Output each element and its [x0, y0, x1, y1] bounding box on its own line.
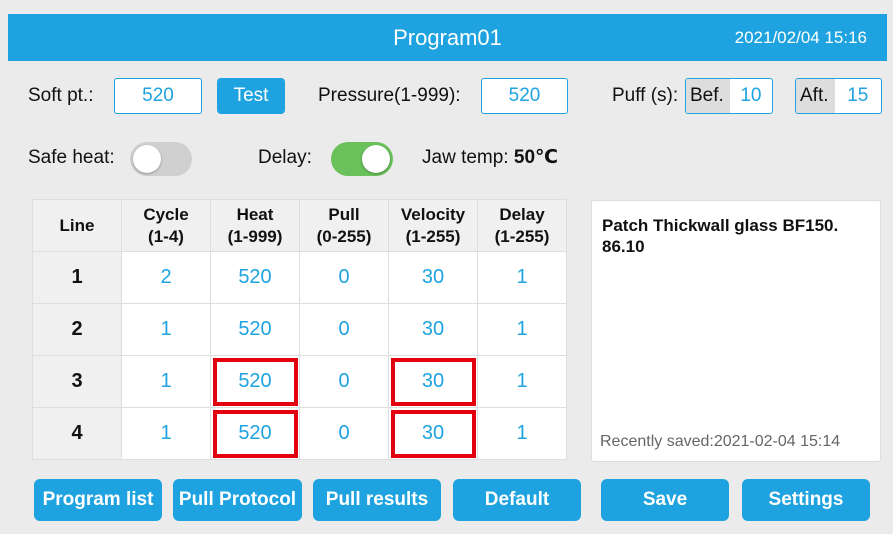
toggle-knob	[133, 145, 161, 173]
puff-before-label: Bef.	[686, 79, 730, 113]
velocity-cell-highlighted[interactable]: 30	[388, 355, 478, 408]
cycle-cell[interactable]: 2	[121, 251, 211, 304]
header-cycle: Cycle (1-4)	[121, 199, 211, 252]
notes-panel[interactable]: Patch Thickwall glass BF150. 86.10 Recen…	[591, 200, 881, 462]
puff-before-field[interactable]: Bef. 10	[685, 78, 773, 114]
puff-label: Puff (s):	[612, 85, 679, 106]
jaw-temp-caption: Jaw temp:	[422, 147, 509, 168]
recently-saved-text: Recently saved:2021-02-04 15:14	[600, 433, 841, 450]
delay-cell[interactable]: 1	[477, 251, 567, 304]
datetime: 2021/02/04 15:16	[734, 28, 867, 47]
test-button[interactable]: Test	[217, 78, 285, 114]
delay-cell[interactable]: 1	[477, 355, 567, 408]
velocity-cell[interactable]: 30	[388, 303, 478, 356]
heat-cell[interactable]: 520	[210, 303, 300, 356]
jaw-temp-value: 50℃	[513, 147, 559, 168]
header-pull: Pull (0-255)	[299, 199, 389, 252]
header-line: Line	[32, 199, 122, 252]
cycle-cell[interactable]: 1	[121, 407, 211, 460]
header-delay: Delay (1-255)	[477, 199, 567, 252]
pull-results-button[interactable]: Pull results	[313, 479, 441, 521]
delay-cell[interactable]: 1	[477, 407, 567, 460]
toggle-knob	[362, 145, 390, 173]
notes-text[interactable]: Patch Thickwall glass BF150. 86.10	[602, 215, 870, 257]
line-number: 1	[32, 251, 122, 304]
soft-pt-label: Soft pt.:	[28, 85, 94, 106]
soft-pt-input[interactable]: 520	[114, 78, 202, 114]
puff-before-value[interactable]: 10	[730, 79, 772, 113]
header-heat: Heat (1-999)	[210, 199, 300, 252]
pull-cell[interactable]: 0	[299, 251, 389, 304]
line-number: 2	[32, 303, 122, 356]
cycle-cell[interactable]: 1	[121, 303, 211, 356]
program-table: Line Cycle (1-4) Heat (1-999) Pull (0-255) …	[32, 199, 567, 460]
line-number: 3	[32, 355, 122, 408]
puff-after-label: Aft.	[796, 79, 835, 113]
heat-cell-highlighted[interactable]: 520	[210, 355, 300, 408]
cycle-cell[interactable]: 1	[121, 355, 211, 408]
delay-cell[interactable]: 1	[477, 303, 567, 356]
save-button[interactable]: Save	[601, 479, 729, 521]
title-bar: Program01 2021/02/04 15:16	[8, 14, 887, 61]
line-number: 4	[32, 407, 122, 460]
pull-cell[interactable]: 0	[299, 355, 389, 408]
header-velocity: Velocity (1-255)	[388, 199, 478, 252]
settings-button[interactable]: Settings	[742, 479, 870, 521]
jaw-temp-label: Jaw temp: 50℃	[422, 146, 558, 170]
heat-cell-highlighted[interactable]: 520	[210, 407, 300, 460]
table-row: 2 1 520 0 30 1	[32, 303, 567, 356]
velocity-cell[interactable]: 30	[388, 251, 478, 304]
puff-after-field[interactable]: Aft. 15	[795, 78, 882, 114]
pull-protocol-button[interactable]: Pull Protocol	[173, 479, 302, 521]
delay-toggle[interactable]	[331, 142, 393, 176]
safe-heat-toggle[interactable]	[130, 142, 192, 176]
table-row: 4 1 520 0 30 1	[32, 407, 567, 460]
heat-cell[interactable]: 520	[210, 251, 300, 304]
table-row: 1 2 520 0 30 1	[32, 251, 567, 304]
delay-label: Delay:	[258, 147, 312, 168]
velocity-cell-highlighted[interactable]: 30	[388, 407, 478, 460]
puff-after-value[interactable]: 15	[835, 79, 881, 113]
program-list-button[interactable]: Program list	[34, 479, 162, 521]
default-button[interactable]: Default	[453, 479, 581, 521]
safe-heat-label: Safe heat:	[28, 147, 115, 168]
table-row: 3 1 520 0 30 1	[32, 355, 567, 408]
pull-cell[interactable]: 0	[299, 407, 389, 460]
pull-cell[interactable]: 0	[299, 303, 389, 356]
table-header-row: Line Cycle (1-4) Heat (1-999) Pull (0-255) …	[32, 199, 567, 252]
pressure-label: Pressure(1-999):	[318, 85, 461, 106]
pressure-input[interactable]: 520	[481, 78, 568, 114]
